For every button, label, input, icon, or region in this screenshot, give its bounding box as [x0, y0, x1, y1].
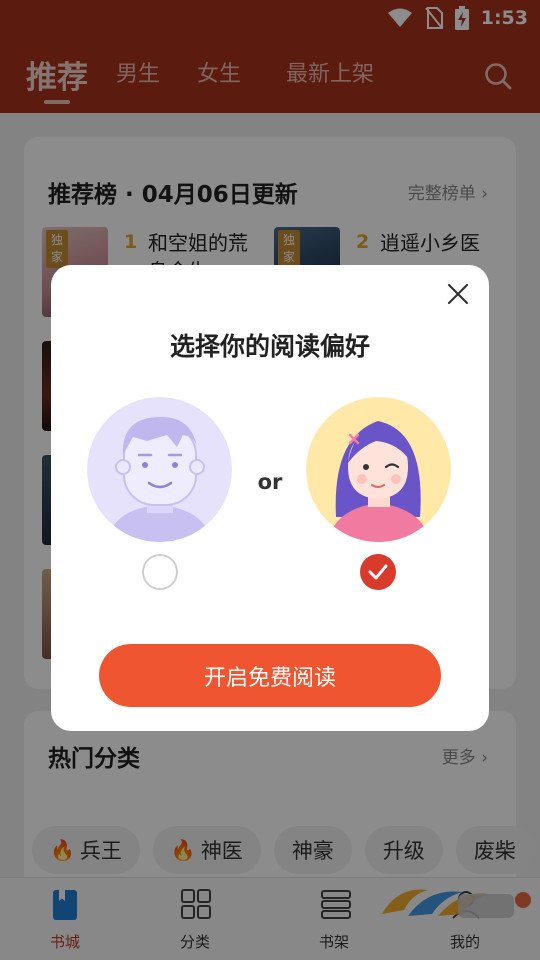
start-free-reading-button[interactable]: 开启免费阅读 — [99, 644, 441, 707]
reading-preference-dialog: 选择你的阅读偏好 or 开启免费阅读 — [51, 265, 489, 731]
female-avatar-option[interactable] — [306, 397, 451, 542]
close-icon[interactable] — [447, 283, 469, 305]
female-avatar-illustration — [306, 397, 451, 542]
dialog-title: 选择你的阅读偏好 — [169, 332, 370, 361]
checkmark-icon — [368, 564, 388, 580]
female-radio-checked[interactable] — [360, 554, 396, 590]
male-radio[interactable] — [142, 554, 178, 590]
